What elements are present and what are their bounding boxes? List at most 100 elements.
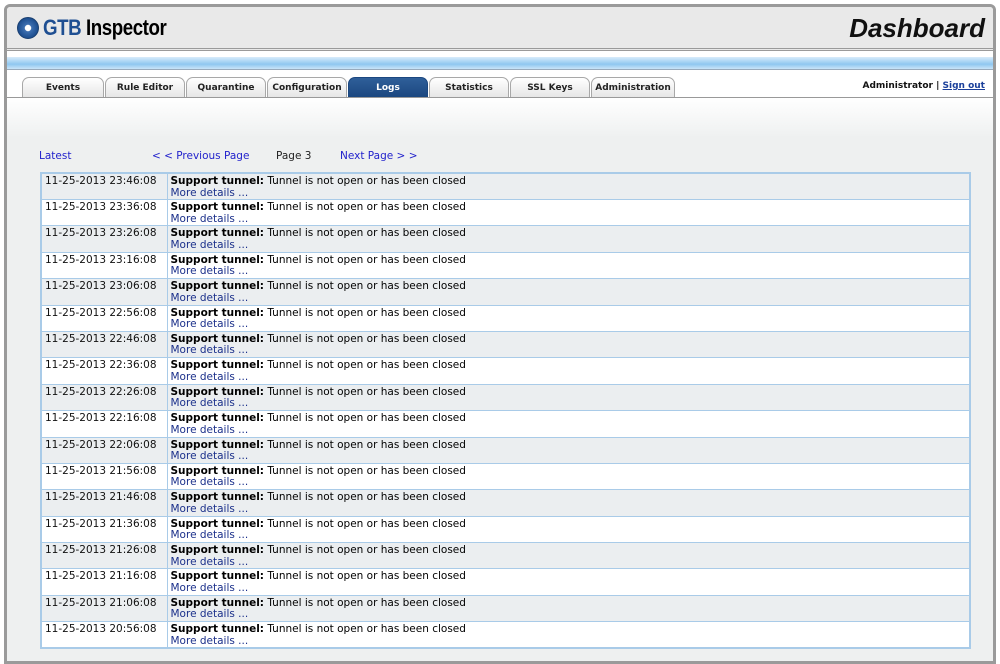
- table-row: 11-25-2013 23:16:08 Support tunnel: Tunne…: [40, 251, 971, 280]
- log-timestamp: 11-25-2013 22:36:08: [40, 357, 168, 385]
- log-message: Tunnel is not open or has been closed: [264, 464, 466, 477]
- log-message: Tunnel is not open or has been closed: [264, 623, 466, 636]
- tab-configuration[interactable]: Configuration: [267, 77, 347, 97]
- table-row: 11-25-2013 23:36:08 Support tunnel: Tunne…: [40, 198, 971, 227]
- log-message: Tunnel is not open or has been closed: [264, 201, 466, 213]
- log-message: Tunnel is not open or has been closed: [264, 227, 466, 240]
- log-message: Tunnel is not open or has been closed: [264, 359, 466, 372]
- log-source: Support tunnel:: [170, 253, 265, 266]
- tab-rule-editor[interactable]: Rule Editor: [105, 77, 185, 97]
- app-window: GTB Inspector Dashboard Events Rule Edito…: [4, 4, 996, 664]
- more-details-link[interactable]: More details ...: [171, 187, 249, 199]
- log-message: Tunnel is not open or has been closed: [264, 306, 466, 319]
- log-timestamp: 11-25-2013 23:46:08: [40, 172, 168, 200]
- table-row: 11-25-2013 21:06:08 Support tunnel: Tunne…: [40, 594, 971, 623]
- tab-logs[interactable]: Logs: [348, 77, 428, 97]
- more-details-link[interactable]: More details ...: [171, 529, 249, 541]
- log-message-cell: Support tunnel: Tunnel is not open or ha…: [166, 621, 971, 649]
- separator: |: [936, 81, 940, 91]
- log-message: Tunnel is not open or has been closed: [264, 491, 466, 504]
- log-message-cell: Support tunnel: Tunnel is not open or ha…: [166, 515, 971, 544]
- table-row: 11-25-2013 21:26:08 Support tunnel: Tunne…: [40, 542, 971, 570]
- more-details-link[interactable]: More details ...: [171, 424, 249, 436]
- log-timestamp: 11-25-2013 21:36:08: [40, 515, 168, 544]
- more-details-link[interactable]: More details ...: [171, 292, 249, 304]
- table-row: 11-25-2013 22:26:08 Support tunnel: Tunne…: [40, 383, 971, 412]
- header: GTB Inspector Dashboard: [7, 7, 993, 51]
- log-message-cell: Support tunnel: Tunnel is not open or ha…: [166, 172, 971, 200]
- more-details-link[interactable]: More details ...: [171, 213, 249, 225]
- log-message: Tunnel is not open or has been closed: [264, 253, 466, 266]
- log-source: Support tunnel:: [170, 412, 265, 425]
- more-details-link[interactable]: More details ...: [171, 503, 249, 515]
- log-timestamp: 11-25-2013 21:26:08: [40, 542, 168, 570]
- log-source: Support tunnel:: [170, 596, 265, 609]
- sign-out-link[interactable]: Sign out: [943, 81, 985, 91]
- more-details-link[interactable]: More details ...: [171, 239, 249, 251]
- log-timestamp: 11-25-2013 22:46:08: [40, 330, 168, 359]
- previous-page-link[interactable]: < < Previous Page: [152, 150, 249, 162]
- more-details-link[interactable]: More details ...: [171, 344, 249, 357]
- log-source: Support tunnel:: [170, 544, 265, 557]
- log-source: Support tunnel:: [170, 280, 265, 293]
- table-row: 11-25-2013 21:56:08 Support tunnel: Tunne…: [40, 462, 971, 491]
- more-details-link[interactable]: More details ...: [171, 265, 249, 278]
- more-details-link[interactable]: More details ...: [171, 608, 249, 621]
- log-table: 11-25-2013 23:46:08 Support tunnel: Tunne…: [40, 172, 971, 650]
- tab-ssl-keys[interactable]: SSL Keys: [510, 77, 590, 97]
- log-message-cell: Support tunnel: Tunnel is not open or ha…: [166, 251, 971, 280]
- logo-text-inspector: Inspector: [81, 15, 167, 40]
- username: Administrator: [862, 81, 933, 91]
- more-details-link[interactable]: More details ...: [171, 397, 249, 409]
- more-details-link[interactable]: More details ...: [171, 476, 249, 489]
- user-info: Administrator | Sign out: [863, 81, 986, 91]
- log-source: Support tunnel:: [170, 570, 265, 583]
- log-source: Support tunnel:: [170, 623, 265, 636]
- table-row: 11-25-2013 20:56:08 Support tunnel: Tunne…: [40, 621, 971, 649]
- log-message: Tunnel is not open or has been closed: [264, 280, 466, 293]
- log-source: Support tunnel:: [170, 175, 265, 187]
- log-message-cell: Support tunnel: Tunnel is not open or ha…: [166, 568, 971, 596]
- more-details-link[interactable]: More details ...: [171, 318, 249, 330]
- log-timestamp: 11-25-2013 22:26:08: [40, 383, 168, 412]
- table-row: 11-25-2013 21:36:08 Support tunnel: Tunne…: [40, 515, 971, 544]
- log-message-cell: Support tunnel: Tunnel is not open or ha…: [166, 410, 971, 438]
- log-timestamp: 11-25-2013 22:06:08: [40, 436, 168, 464]
- log-message: Tunnel is not open or has been closed: [264, 596, 466, 609]
- table-row: 11-25-2013 22:46:08 Support tunnel: Tunne…: [40, 330, 971, 359]
- log-timestamp: 11-25-2013 22:16:08: [40, 410, 168, 438]
- more-details-link[interactable]: More details ...: [171, 371, 249, 383]
- more-details-link[interactable]: More details ...: [171, 450, 249, 462]
- log-message: Tunnel is not open or has been closed: [264, 332, 466, 345]
- table-row: 11-25-2013 22:06:08 Support tunnel: Tunne…: [40, 436, 971, 464]
- tab-events[interactable]: Events: [22, 77, 104, 97]
- log-source: Support tunnel:: [170, 359, 265, 372]
- log-source: Support tunnel:: [170, 517, 265, 530]
- log-message-cell: Support tunnel: Tunnel is not open or ha…: [166, 198, 971, 227]
- table-row: 11-25-2013 21:16:08 Support tunnel: Tunne…: [40, 568, 971, 596]
- log-message-cell: Support tunnel: Tunnel is not open or ha…: [166, 462, 971, 491]
- more-details-link[interactable]: More details ...: [171, 556, 249, 568]
- more-details-link[interactable]: More details ...: [171, 582, 249, 594]
- log-message-cell: Support tunnel: Tunnel is not open or ha…: [166, 436, 971, 464]
- header-band: [7, 57, 993, 70]
- next-page-link[interactable]: Next Page > >: [340, 150, 418, 162]
- gtb-logo-icon: [17, 17, 39, 39]
- log-message-cell: Support tunnel: Tunnel is not open or ha…: [166, 278, 971, 306]
- log-message: Tunnel is not open or has been closed: [264, 544, 466, 557]
- log-timestamp: 11-25-2013 20:56:08: [40, 621, 168, 649]
- more-details-link[interactable]: More details ...: [171, 635, 249, 647]
- log-timestamp: 11-25-2013 23:06:08: [40, 278, 168, 306]
- log-message-cell: Support tunnel: Tunnel is not open or ha…: [166, 489, 971, 517]
- tab-statistics[interactable]: Statistics: [429, 77, 509, 97]
- table-row: 11-25-2013 21:46:08 Support tunnel: Tunne…: [40, 489, 971, 517]
- log-message-cell: Support tunnel: Tunnel is not open or ha…: [166, 594, 971, 623]
- log-timestamp: 11-25-2013 21:06:08: [40, 594, 168, 623]
- nav-tabs: Events Rule Editor Quarantine Configuration…: [22, 77, 675, 97]
- tab-quarantine[interactable]: Quarantine: [186, 77, 266, 97]
- table-row: 11-25-2013 23:26:08 Support tunnel: Tunne…: [40, 225, 971, 253]
- tab-administration[interactable]: Administration: [591, 77, 675, 97]
- log-message: Tunnel is not open or has been closed: [264, 385, 466, 398]
- log-source: Support tunnel:: [170, 332, 265, 345]
- latest-link[interactable]: Latest: [39, 150, 71, 162]
